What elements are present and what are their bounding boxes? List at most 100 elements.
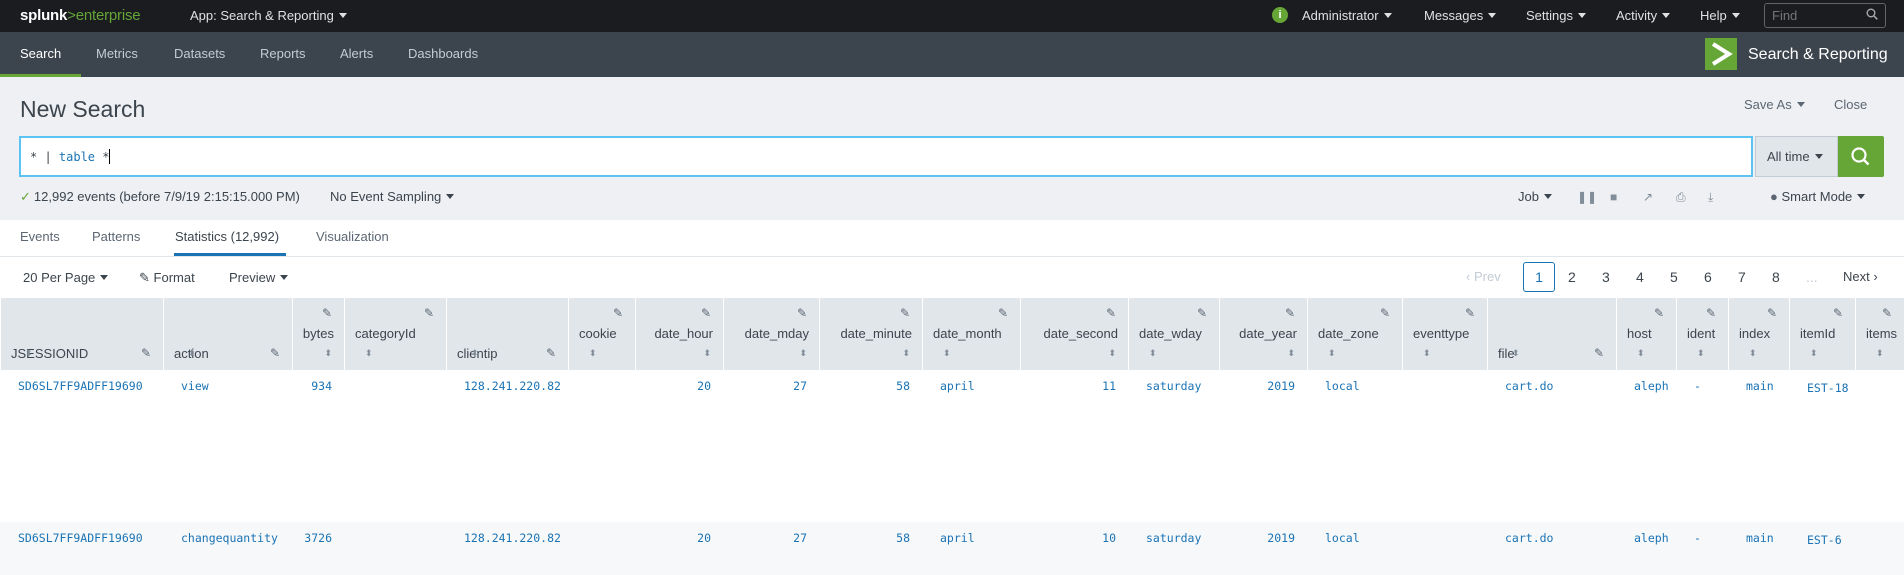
column-header-date_minute[interactable]: date_minute ⬍ ✎: [819, 298, 922, 370]
app-menu[interactable]: App: Search & Reporting: [190, 8, 347, 23]
table-cell-action[interactable]: view: [181, 379, 209, 393]
column-header-date_wday[interactable]: date_wday ⬍ ✎: [1128, 298, 1219, 370]
table-cell-date_month[interactable]: april: [940, 379, 975, 393]
table-cell-ident[interactable]: -: [1694, 531, 1701, 545]
sort-icon[interactable]: ⬍: [1108, 348, 1116, 359]
column-header-categoryid[interactable]: categoryId ⬍ ✎: [344, 298, 446, 370]
page-1[interactable]: 1: [1523, 262, 1555, 292]
sort-icon[interactable]: ⬍: [1328, 348, 1336, 359]
administrator-menu[interactable]: Administrator: [1302, 8, 1392, 23]
page-7[interactable]: 7: [1738, 269, 1746, 285]
table-row[interactable]: SD6SL7FF9ADFF19690 view 934 128.241.220.82 2…: [0, 370, 1904, 522]
page-8[interactable]: 8: [1772, 269, 1780, 285]
splunk-logo[interactable]: splunk>enterprise: [20, 7, 141, 24]
sort-icon[interactable]: ⬍: [589, 348, 597, 359]
page-3[interactable]: 3: [1602, 269, 1610, 285]
table-cell-date_year[interactable]: 2019: [1267, 531, 1295, 545]
column-format-icon[interactable]: ✎: [1285, 306, 1295, 320]
nav-datasets[interactable]: Datasets: [174, 46, 225, 61]
sort-icon[interactable]: ⬍: [365, 348, 373, 359]
table-cell-date_mday[interactable]: 27: [793, 379, 807, 393]
find-input[interactable]: [1765, 4, 1860, 27]
table-cell-itemid[interactable]: EST-​18: [1807, 379, 1849, 397]
sort-icon[interactable]: ⬍: [1287, 348, 1295, 359]
table-cell-date_zone[interactable]: local: [1325, 531, 1360, 545]
column-format-icon[interactable]: ✎: [1465, 306, 1475, 320]
sort-icon[interactable]: ⬍: [1423, 348, 1431, 359]
table-cell-clientip[interactable]: 128.241.220.82: [464, 531, 561, 545]
column-header-file[interactable]: file ⬍ ✎: [1487, 298, 1616, 370]
table-cell-date_hour[interactable]: 20: [697, 379, 711, 393]
table-cell-date_minute[interactable]: 58: [896, 379, 910, 393]
column-format-icon[interactable]: ✎: [613, 306, 623, 320]
column-header-eventtype[interactable]: eventtype ⬍ ✎: [1402, 298, 1487, 370]
table-cell-index[interactable]: main: [1746, 379, 1774, 393]
table-cell-itemid[interactable]: EST-6: [1807, 531, 1849, 549]
tab-events[interactable]: Events: [20, 229, 60, 244]
stop-icon[interactable]: ■: [1610, 190, 1617, 204]
column-header-bytes[interactable]: bytes ⬍ ✎: [292, 298, 344, 370]
table-cell-index[interactable]: main: [1746, 531, 1774, 545]
column-header-jsessionid[interactable]: JSESSIONID ⬍ ✎: [0, 298, 163, 370]
table-cell-date_wday[interactable]: saturday: [1146, 379, 1201, 393]
table-cell-file[interactable]: cart.do: [1505, 531, 1553, 545]
table-cell-jsessionid[interactable]: SD6SL7FF9ADFF19690: [18, 379, 143, 393]
nav-dashboards[interactable]: Dashboards: [408, 46, 478, 61]
table-cell-date_minute[interactable]: 58: [896, 531, 910, 545]
column-header-clientip[interactable]: clientip ⬍ ✎: [446, 298, 568, 370]
per-page-dropdown[interactable]: 20 Per Page: [23, 270, 109, 285]
info-icon[interactable]: i: [1272, 7, 1288, 23]
column-format-icon[interactable]: ✎: [900, 306, 910, 320]
column-format-icon[interactable]: ✎: [1833, 306, 1843, 320]
column-format-icon[interactable]: ✎: [322, 306, 332, 320]
nav-alerts[interactable]: Alerts: [340, 46, 373, 61]
table-row[interactable]: SD6SL7FF9ADFF19690 changequantity 3726 128.…: [0, 522, 1904, 575]
page-2[interactable]: 2: [1568, 269, 1576, 285]
print-icon[interactable]: ⎙: [1676, 190, 1686, 205]
table-cell-host[interactable]: aleph: [1634, 379, 1669, 393]
column-format-icon[interactable]: ✎: [1594, 346, 1604, 360]
time-range-picker[interactable]: All time: [1755, 136, 1838, 177]
share-icon[interactable]: ↗: [1643, 190, 1653, 204]
column-header-date_month[interactable]: date_month ⬍ ✎: [922, 298, 1020, 370]
column-header-date_mday[interactable]: date_mday ⬍ ✎: [723, 298, 819, 370]
run-search-button[interactable]: [1838, 136, 1884, 177]
sort-icon[interactable]: ⬍: [1697, 348, 1705, 359]
table-cell-bytes[interactable]: 3726: [304, 531, 332, 545]
sort-icon[interactable]: ⬍: [1149, 348, 1157, 359]
column-header-date_year[interactable]: date_year ⬍ ✎: [1219, 298, 1307, 370]
tab-visualization[interactable]: Visualization: [316, 229, 389, 244]
column-format-icon[interactable]: ✎: [424, 306, 434, 320]
column-header-ident[interactable]: ident ⬍ ✎: [1676, 298, 1728, 370]
table-cell-date_second[interactable]: 10: [1102, 531, 1116, 545]
find-box[interactable]: [1764, 3, 1886, 28]
column-format-icon[interactable]: ✎: [270, 346, 280, 360]
column-header-date_hour[interactable]: date_hour ⬍ ✎: [635, 298, 723, 370]
save-as-button[interactable]: Save As: [1744, 97, 1805, 112]
sort-icon[interactable]: ⬍: [703, 348, 711, 359]
table-cell-jsessionid[interactable]: SD6SL7FF9ADFF19690: [18, 531, 143, 545]
nav-metrics[interactable]: Metrics: [96, 46, 138, 61]
page-4[interactable]: 4: [1636, 269, 1644, 285]
table-cell-date_month[interactable]: april: [940, 531, 975, 545]
column-header-items[interactable]: items ⬍ ✎: [1855, 298, 1904, 370]
column-header-itemid[interactable]: itemId ⬍ ✎: [1789, 298, 1855, 370]
sort-icon[interactable]: ⬍: [1512, 348, 1520, 359]
column-format-icon[interactable]: ✎: [701, 306, 711, 320]
sort-icon[interactable]: ⬍: [25, 348, 33, 359]
messages-menu[interactable]: Messages: [1424, 8, 1497, 23]
table-cell-host[interactable]: aleph: [1634, 531, 1669, 545]
sort-icon[interactable]: ⬍: [1637, 348, 1645, 359]
table-cell-file[interactable]: cart.do: [1505, 379, 1553, 393]
column-format-icon[interactable]: ✎: [1106, 306, 1116, 320]
sort-icon[interactable]: ⬍: [799, 348, 807, 359]
column-header-cookie[interactable]: cookie ⬍ ✎: [568, 298, 635, 370]
prev-page-button[interactable]: ‹ Prev: [1466, 269, 1501, 284]
column-format-icon[interactable]: ✎: [998, 306, 1008, 320]
column-format-icon[interactable]: ✎: [1197, 306, 1207, 320]
tab-patterns[interactable]: Patterns: [92, 229, 140, 244]
export-icon[interactable]: ⤓: [1708, 190, 1713, 205]
column-format-icon[interactable]: ✎: [1706, 306, 1716, 320]
nav-reports[interactable]: Reports: [260, 46, 306, 61]
search-query-input[interactable]: * | table *: [19, 136, 1753, 177]
